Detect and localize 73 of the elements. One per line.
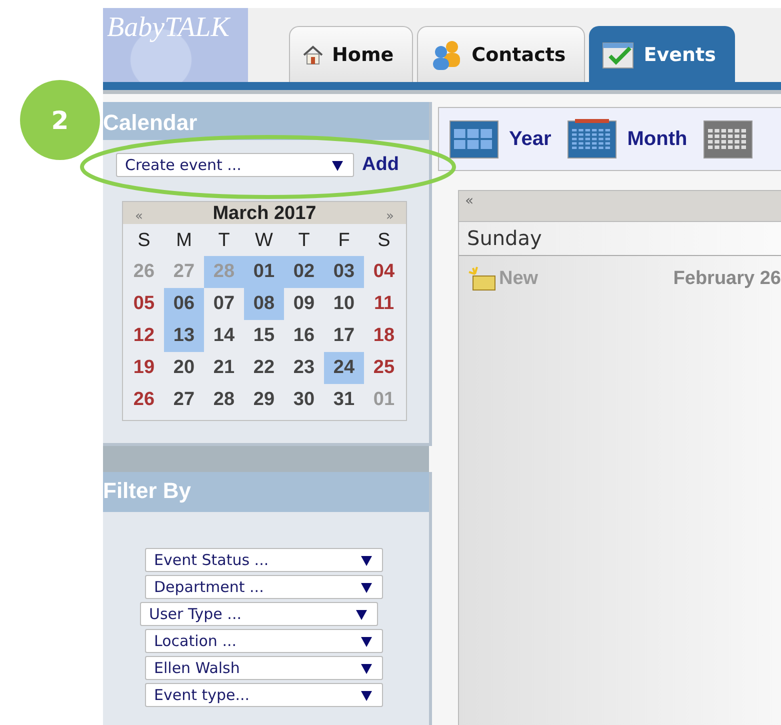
calendar-day[interactable]: 30 xyxy=(284,384,324,416)
date-label: February 26 xyxy=(673,268,781,290)
calendar-day[interactable]: 18 xyxy=(364,320,404,352)
calendar-day[interactable]: 17 xyxy=(324,320,364,352)
panel-title: Calendar xyxy=(103,102,429,140)
calendar-day[interactable]: 16 xyxy=(284,320,324,352)
step-badge: 2 xyxy=(20,80,100,160)
calendar-icon xyxy=(449,119,499,159)
prev-day-button[interactable]: « xyxy=(465,193,474,209)
calendar-icon xyxy=(703,119,754,159)
calendar-day[interactable]: 19 xyxy=(124,352,164,384)
dropdown-caret-icon xyxy=(361,554,372,566)
filter-select[interactable]: Department ... xyxy=(145,575,383,599)
calendar-day[interactable]: 15 xyxy=(244,320,284,352)
calendar-day[interactable]: 25 xyxy=(364,352,404,384)
calendar-day[interactable]: 07 xyxy=(204,288,244,320)
calendar-day[interactable]: 23 xyxy=(284,352,324,384)
dropdown-caret-icon xyxy=(356,608,367,620)
calendar-day[interactable]: 13 xyxy=(164,320,204,352)
calendar-day[interactable]: 29 xyxy=(244,384,284,416)
calendar-day[interactable]: 03 xyxy=(324,256,364,288)
weekday-label: F xyxy=(337,229,351,253)
calendar-day[interactable]: 20 xyxy=(164,352,204,384)
calendar-day[interactable]: 10 xyxy=(324,288,364,320)
nav-tab[interactable]: Events xyxy=(588,26,735,82)
calendar-day[interactable]: 05 xyxy=(124,288,164,320)
weekday-label: S xyxy=(136,229,152,253)
nav-tab[interactable]: Contacts xyxy=(416,26,585,82)
calendar-day[interactable]: 26 xyxy=(124,384,164,416)
nav-tab[interactable]: Home xyxy=(289,26,413,82)
filter-select[interactable]: Event type... xyxy=(145,683,383,707)
calendar-day[interactable]: 27 xyxy=(164,384,204,416)
house-icon xyxy=(302,44,324,64)
day-name-header: Sunday xyxy=(459,221,781,256)
calendar-day[interactable]: 21 xyxy=(204,352,244,384)
dropdown-caret-icon xyxy=(332,160,343,170)
weekday-label: M xyxy=(175,229,193,253)
filter-select[interactable]: Location ... xyxy=(145,629,383,653)
dropdown-caret-icon xyxy=(361,690,372,700)
add-link[interactable]: Add xyxy=(362,154,399,176)
dropdown-caret-icon xyxy=(361,636,372,646)
create-event-select[interactable]: Create event ... xyxy=(116,153,354,177)
weekday-label: T xyxy=(297,229,311,253)
calendar-day[interactable]: 14 xyxy=(204,320,244,352)
calendar-day[interactable]: 31 xyxy=(324,384,364,416)
weekday-label: W xyxy=(254,229,274,253)
view-button[interactable]: Month xyxy=(567,119,688,159)
calendar-day[interactable]: 22 xyxy=(244,352,284,384)
calendar-day[interactable]: 01 xyxy=(244,256,284,288)
calendar-check-icon xyxy=(602,40,636,70)
calendar-day[interactable]: 04 xyxy=(364,256,404,288)
new-folder-icon xyxy=(467,266,497,292)
calendar-day[interactable]: 24 xyxy=(324,352,364,384)
calendar-day[interactable]: 28 xyxy=(204,384,244,416)
calendar-day[interactable]: 06 xyxy=(164,288,204,320)
panel-title: Filter By xyxy=(103,472,429,512)
calendar-day[interactable]: 02 xyxy=(284,256,324,288)
calendar-icon xyxy=(567,119,618,159)
view-button[interactable]: Year xyxy=(449,119,552,159)
view-button[interactable] xyxy=(703,119,754,159)
dropdown-caret-icon xyxy=(361,662,372,674)
filter-select[interactable]: Event Status ... xyxy=(145,548,383,572)
logo: BabyTALK xyxy=(103,8,248,82)
weekday-label: T xyxy=(217,229,231,253)
dropdown-caret-icon xyxy=(361,582,372,592)
calendar-day[interactable]: 11 xyxy=(364,288,404,320)
filter-select[interactable]: User Type ... xyxy=(140,602,378,626)
month-title: March 2017 xyxy=(212,204,316,224)
weekday-label: S xyxy=(376,229,392,253)
calendar-day[interactable]: 12 xyxy=(124,320,164,352)
calendar-day[interactable]: 09 xyxy=(284,288,324,320)
filter-select[interactable]: Ellen Walsh xyxy=(145,656,383,680)
calendar-day[interactable]: 08 xyxy=(244,288,284,320)
